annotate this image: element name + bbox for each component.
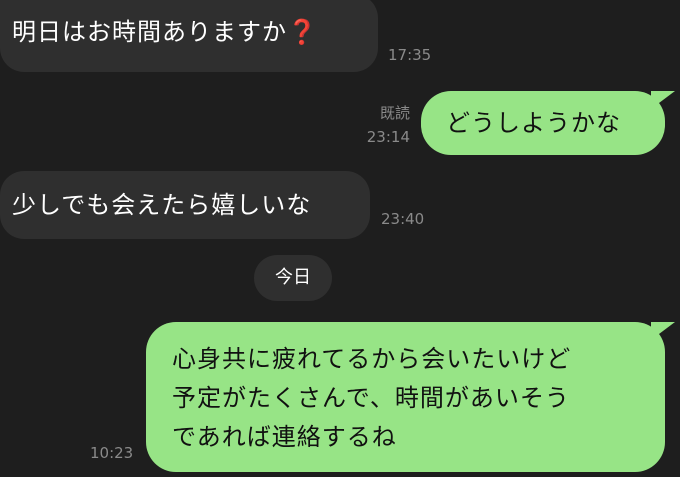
message-timestamp: 10:23	[90, 444, 134, 462]
chat-thread: 明日はお時間ありますか❓ 17:35 既読 23:14 どうしようかな 少しでも…	[0, 0, 680, 477]
bubble-tail	[651, 322, 675, 340]
message-timestamp: 23:40	[381, 210, 425, 228]
message-timestamp: 17:35	[388, 46, 432, 64]
message-text: 少しでも会えたら嬉しいな	[12, 191, 312, 219]
read-receipt: 既読	[379, 104, 410, 122]
sent-message-bubble[interactable]: 心身共に疲れてるから会いたいけど 予定がたくさんで、時間があいそう であれば連絡…	[146, 322, 675, 472]
date-separator: 今日	[254, 255, 332, 301]
message-timestamp: 23:14	[366, 128, 410, 146]
message-text: どうしようかな	[446, 109, 621, 137]
message-text-line: 予定がたくさんで、時間があいそう	[172, 384, 570, 412]
received-message-bubble[interactable]: 少しでも会えたら嬉しいな	[0, 171, 370, 239]
sent-message-bubble[interactable]: どうしようかな	[421, 91, 675, 155]
message-text-line: 心身共に疲れてるから会いたいけど	[172, 345, 572, 373]
message-text: 明日はお時間ありますか	[12, 18, 287, 46]
question-mark-emoji-icon: ❓	[287, 18, 318, 46]
received-message-bubble[interactable]: 明日はお時間ありますか❓	[0, 0, 378, 72]
message-text-line: であれば連絡するね	[172, 423, 397, 451]
bubble-tail	[651, 91, 675, 109]
